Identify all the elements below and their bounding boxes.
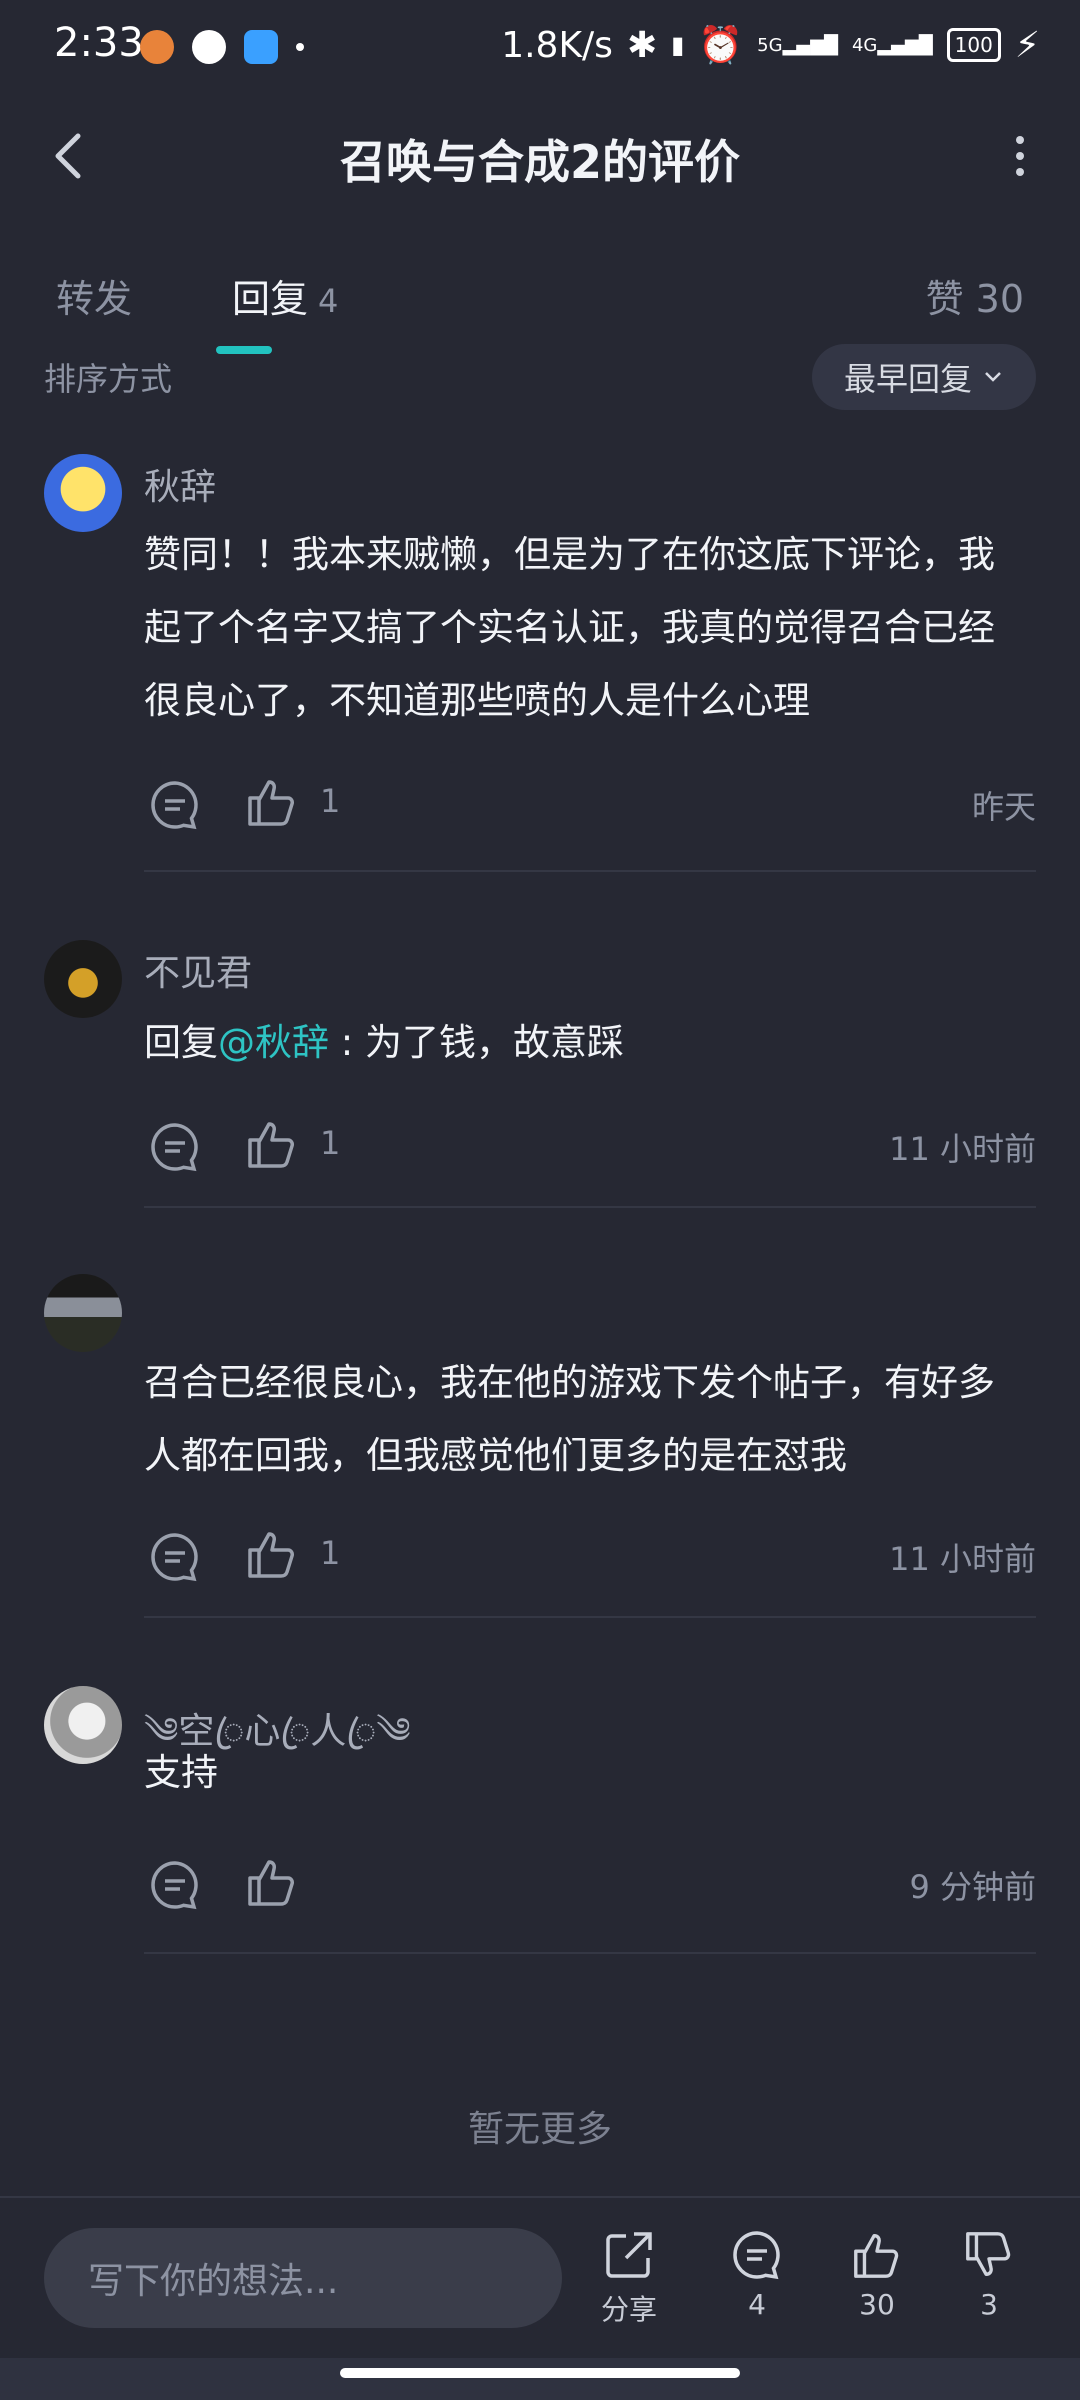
signal-5g-icon: 5G▂▄▆█: [757, 34, 838, 56]
divider: [144, 1206, 1036, 1208]
dislike-count: 3: [980, 2288, 998, 2321]
comment-input[interactable]: 写下你的想法...: [44, 2228, 562, 2328]
charging-icon: ⚡: [1014, 24, 1040, 66]
like-total-count: 30: [859, 2288, 895, 2321]
comment-time: 11 小时前: [889, 1130, 1036, 1168]
shield-app-icon: [244, 30, 278, 64]
thumbs-up-icon[interactable]: [244, 1116, 300, 1172]
reply-prefix: 回复: [144, 1021, 218, 1064]
comment-time: 9 分钟前: [909, 1868, 1036, 1906]
status-time: 2:33: [54, 20, 144, 66]
reply-icon[interactable]: [148, 1858, 202, 1912]
avatar[interactable]: [44, 454, 122, 532]
more-options-button[interactable]: [1000, 126, 1040, 186]
status-bar: 2:33 1.8K/s ✱ ▮ ⏰ 5G▂▄▆█ 4G▂▄▆█ 100 ⚡: [0, 0, 1080, 96]
comment-actions: 1 11 小时前: [144, 1522, 1036, 1592]
comment-text: 召合已经很良心，我在他的游戏下发个帖子，有好多人都在回我，但我感觉他们更多的是在…: [144, 1361, 995, 1477]
comment-actions: 1 昨天: [144, 770, 1036, 840]
chevron-down-icon: [985, 372, 1001, 382]
thumbs-up-icon: [854, 2234, 899, 2278]
avatar[interactable]: [44, 1686, 122, 1764]
share-button[interactable]: 分享: [584, 2228, 674, 2328]
sort-label: 排序方式: [44, 360, 173, 398]
tab-reply-count: 4: [318, 282, 339, 320]
alarm-icon: ⏰: [698, 25, 744, 66]
reply-body: : 为了钱，故意踩: [329, 1021, 624, 1064]
comment-author[interactable]: 不见君: [144, 944, 252, 996]
bottom-action-bar: 写下你的想法... 分享 4 30 3: [0, 2196, 1080, 2360]
tab-reply-label: 回复: [232, 277, 309, 321]
dot-icon: [296, 43, 304, 51]
comment-time: 昨天: [971, 788, 1036, 826]
status-right: 1.8K/s ✱ ▮ ⏰ 5G▂▄▆█ 4G▂▄▆█ 100 ⚡: [501, 24, 1040, 67]
top-bar: 召唤与合成2的评价: [0, 96, 1080, 216]
comment-icon: [733, 2231, 780, 2280]
status-app-icons: [140, 30, 304, 64]
thumbs-down-icon: [966, 2232, 1011, 2276]
sort-dropdown[interactable]: 最早回复: [811, 344, 1036, 410]
like-button[interactable]: 30: [832, 2228, 922, 2321]
network-speed: 1.8K/s: [501, 24, 613, 66]
avatar[interactable]: [44, 1274, 122, 1352]
comment-text: 回复@秋辞 : 为了钱，故意踩: [144, 1006, 1024, 1079]
avatar[interactable]: [44, 940, 122, 1018]
no-more-text: 暂无更多: [467, 2109, 612, 2150]
sort-row: 排序方式 最早回复: [0, 344, 1080, 420]
battery-level: 100: [954, 33, 993, 57]
like-count: 1: [320, 1124, 341, 1162]
divider: [144, 870, 1036, 872]
app-notification-icon: [140, 30, 174, 64]
comment-actions: 9 分钟前: [144, 1850, 1036, 1920]
thumbs-up-icon[interactable]: [244, 1854, 300, 1910]
tab-like[interactable]: 赞 30: [926, 268, 1024, 323]
comment-actions: 1 11 小时前: [144, 1112, 1036, 1182]
battery-icon: 100: [946, 28, 1001, 62]
comment-author[interactable]: 秋辞: [144, 458, 216, 510]
comment-text: 赞同！！我本来贼懒，但是为了在你这底下评论，我起了个名字又搞了个实名认证，我真的…: [144, 533, 995, 722]
signal-4g-label: 4G: [851, 34, 878, 56]
tab-reply[interactable]: 回复 4: [232, 268, 338, 323]
like-count: 1: [320, 782, 341, 820]
dislike-button[interactable]: 3: [944, 2228, 1034, 2321]
thumbs-up-icon[interactable]: [244, 1526, 300, 1582]
page-title: 召唤与合成2的评价: [339, 135, 740, 189]
thumbs-up-icon[interactable]: [244, 774, 300, 830]
comment-count-button[interactable]: 4: [712, 2228, 802, 2321]
comment-text: 支持: [144, 1751, 218, 1794]
signal-4g-icon: 4G▂▄▆█: [851, 34, 933, 56]
signal-5g-label: 5G: [757, 34, 783, 56]
home-indicator[interactable]: [340, 2368, 740, 2378]
comment-count: 4: [748, 2288, 766, 2321]
qq-icon: [192, 30, 226, 64]
share-icon: [606, 2232, 652, 2278]
like-count: 1: [320, 1534, 341, 1572]
comment-time: 11 小时前: [889, 1540, 1036, 1578]
tab-forward[interactable]: 转发: [56, 268, 132, 323]
divider: [144, 1616, 1036, 1618]
share-label: 分享: [600, 2293, 657, 2326]
divider: [144, 1952, 1036, 1954]
sort-value: 最早回复: [843, 360, 972, 398]
reply-icon[interactable]: [148, 778, 202, 832]
mention-link[interactable]: @秋辞: [218, 1021, 329, 1064]
reply-icon[interactable]: [148, 1120, 202, 1174]
system-nav-bar: [0, 2358, 1080, 2400]
reply-icon[interactable]: [148, 1530, 202, 1584]
vibrate-icon: ▮: [671, 31, 685, 59]
bluetooth-icon: ✱: [626, 24, 658, 66]
